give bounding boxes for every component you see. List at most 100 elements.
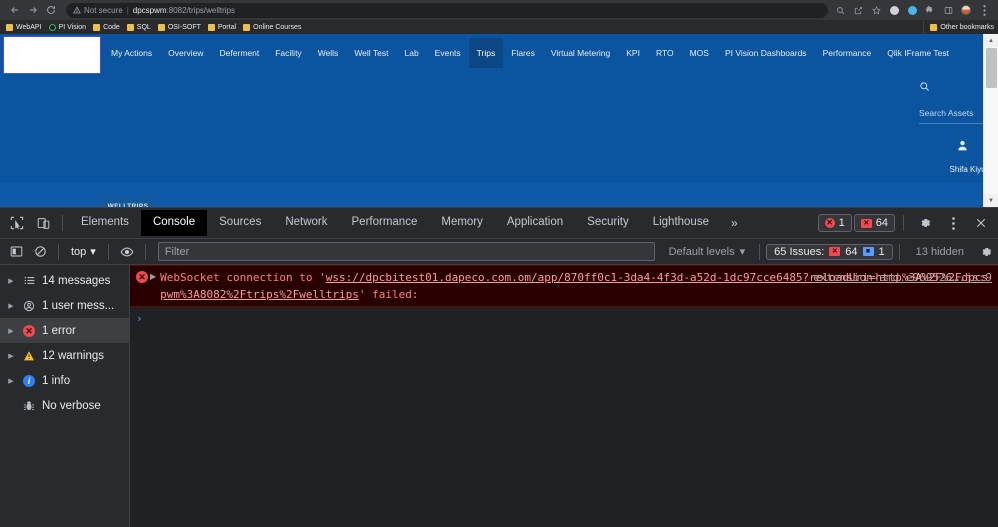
tab-memory[interactable]: Memory xyxy=(429,210,495,236)
device-toolbar-icon[interactable] xyxy=(30,210,56,236)
more-vertical-icon[interactable] xyxy=(940,210,966,236)
extension-icon-1[interactable] xyxy=(886,1,902,19)
chrome-menu-icon[interactable] xyxy=(976,1,992,19)
sidebar-item-info[interactable]: ▶ i 1 info xyxy=(0,368,129,393)
tab-lighthouse[interactable]: Lighthouse xyxy=(641,210,721,236)
devtools-toolbar: Elements Console Sources Network Perform… xyxy=(0,208,998,239)
nav-item-well-test[interactable]: Well Test xyxy=(346,38,396,69)
nav-item-facility[interactable]: Facility xyxy=(267,38,309,69)
chevron-right-icon[interactable]: ▶ xyxy=(6,377,16,385)
filterbar-divider xyxy=(898,243,900,260)
close-icon[interactable] xyxy=(968,210,994,236)
search-icon[interactable] xyxy=(832,1,848,19)
back-arrow-icon[interactable] xyxy=(6,1,24,19)
tab-performance[interactable]: Performance xyxy=(340,210,430,236)
nav-item-lab[interactable]: Lab xyxy=(396,38,426,69)
error-circle-icon: ✕ xyxy=(824,218,835,228)
nav-item-pi-vision-dashboards[interactable]: PI Vision Dashboards xyxy=(717,38,815,69)
inspect-element-icon[interactable] xyxy=(4,210,30,236)
nav-item-rto[interactable]: RTO xyxy=(648,38,682,69)
tab-sources[interactable]: Sources xyxy=(207,210,273,236)
nav-item-deferment[interactable]: Deferment xyxy=(212,38,268,69)
other-bookmarks-button[interactable]: Other bookmarks xyxy=(923,20,994,34)
chevron-right-icon[interactable]: ▶ xyxy=(6,277,16,285)
bookmark-item[interactable]: Portal xyxy=(206,23,241,31)
console-sidebar-toggle-icon[interactable] xyxy=(4,240,28,264)
devtools-toolbar-right: ✕ 1 ✕ 64 xyxy=(817,210,998,236)
expand-arrow-icon[interactable]: ▶ xyxy=(150,269,160,281)
bookmark-star-icon[interactable] xyxy=(868,1,884,19)
list-icon xyxy=(22,275,36,286)
nav-item-trips[interactable]: Trips xyxy=(468,37,504,69)
bookmark-item[interactable]: Code xyxy=(91,23,125,31)
execution-context-select[interactable]: top ▾ xyxy=(65,245,102,259)
sidebar-item-label: 1 info xyxy=(42,374,71,387)
message-count-badge[interactable]: ✕ 64 xyxy=(853,214,895,232)
bookmark-item[interactable]: SQL xyxy=(125,23,156,31)
sidebar-item-label: 1 user mess... xyxy=(42,299,115,312)
asset-search-icon[interactable] xyxy=(919,79,930,97)
nav-item-virtual-metering[interactable]: Virtual Metering xyxy=(543,38,618,69)
nav-item-events[interactable]: Events xyxy=(427,38,469,69)
scroll-up-arrow-icon[interactable]: ▲ xyxy=(984,34,998,47)
console-prompt[interactable]: › xyxy=(130,307,998,329)
search-assets-field[interactable]: Search Assets xyxy=(919,108,993,124)
extensions-puzzle-icon[interactable] xyxy=(922,1,938,19)
live-expression-icon[interactable] xyxy=(115,240,139,264)
chevron-right-icon[interactable]: ▶ xyxy=(6,327,16,335)
more-tabs-icon[interactable]: » xyxy=(721,216,748,230)
nav-item-my-actions[interactable]: My Actions xyxy=(103,38,160,69)
log-levels-select[interactable]: Default levels ▾ xyxy=(661,245,754,259)
tab-console[interactable]: Console xyxy=(140,210,208,236)
sidebar-item-label: 12 warnings xyxy=(42,349,105,362)
scroll-down-arrow-icon[interactable]: ▼ xyxy=(984,194,998,207)
filter-input[interactable]: Filter xyxy=(157,242,655,261)
tab-welltrips[interactable]: WELLTRIPS xyxy=(100,197,156,207)
clear-console-icon[interactable] xyxy=(28,240,52,264)
tab-network[interactable]: Network xyxy=(273,210,339,236)
console-filter-bar: top ▾ Filter Default levels ▾ 65 Issues:… xyxy=(0,239,998,265)
profile-avatar-icon[interactable] xyxy=(958,1,974,19)
tab-application[interactable]: Application xyxy=(495,210,575,236)
sidebar-item-errors[interactable]: ▶ ✕ 1 error xyxy=(0,318,129,343)
tab-security[interactable]: Security xyxy=(575,210,641,236)
address-bar[interactable]: Not secure | dpcspwm:8082/trips/welltrip… xyxy=(66,2,828,18)
forward-arrow-icon[interactable] xyxy=(24,1,42,19)
reload-icon[interactable] xyxy=(42,1,60,19)
sidebar-item-warnings[interactable]: ▶ 12 warnings xyxy=(0,343,129,368)
chevron-right-icon[interactable]: ▶ xyxy=(6,302,16,310)
folder-icon xyxy=(126,23,134,31)
error-count-badge[interactable]: ✕ 1 xyxy=(817,214,852,232)
sidebar-item-messages[interactable]: ▶ 14 messages xyxy=(0,268,129,293)
tab-elements[interactable]: Elements xyxy=(69,210,141,236)
bookmark-item[interactable]: WebAPI xyxy=(4,23,47,31)
bookmark-item[interactable]: Online Courses xyxy=(241,23,306,31)
nav-item-wells[interactable]: Wells xyxy=(310,38,347,69)
bug-icon xyxy=(22,400,36,412)
nav-item-mos[interactable]: MOS xyxy=(682,38,717,69)
nav-item-qlik-iframe-test[interactable]: Qlik IFrame Test xyxy=(879,38,957,69)
bookmark-item[interactable]: PI Vision xyxy=(47,23,92,31)
chevron-right-icon[interactable]: ▶ xyxy=(6,352,16,360)
nav-item-performance[interactable]: Performance xyxy=(815,38,880,69)
page-scrollbar[interactable]: ▲ ▼ xyxy=(983,34,998,207)
scrollbar-thumb[interactable] xyxy=(986,48,997,88)
console-settings-gear-icon[interactable] xyxy=(974,240,998,264)
error-icon: ✕ xyxy=(134,269,150,283)
message-error-icon: ✕ xyxy=(860,218,872,228)
bookmarks-bar: WebAPI PI Vision Code SQL OSI-SOFT Porta… xyxy=(0,20,998,34)
sidebar-item-verbose[interactable]: No verbose xyxy=(0,393,129,418)
issues-summary-button[interactable]: 65 Issues: ✕ 64 ■ 1 xyxy=(766,243,893,260)
gear-icon[interactable] xyxy=(912,210,938,236)
extension-icon-2[interactable] xyxy=(904,1,920,19)
bookmark-item[interactable]: OSI-SOFT xyxy=(156,23,206,31)
sidebar-item-user-messages[interactable]: ▶ 1 user mess... xyxy=(0,293,129,318)
nav-item-overview[interactable]: Overview xyxy=(160,38,211,69)
nav-item-flares[interactable]: Flares xyxy=(503,38,543,69)
console-error-message[interactable]: ✕ ▶ WebSocket connection to 'wss://dpcbi… xyxy=(130,265,998,307)
nav-item-kpi[interactable]: KPI xyxy=(618,38,648,69)
folder-icon xyxy=(157,23,165,31)
side-panel-icon[interactable] xyxy=(940,1,956,19)
share-icon[interactable] xyxy=(850,1,866,19)
console-source-link[interactable]: extension-amd.e969526….js:9 xyxy=(813,269,992,286)
